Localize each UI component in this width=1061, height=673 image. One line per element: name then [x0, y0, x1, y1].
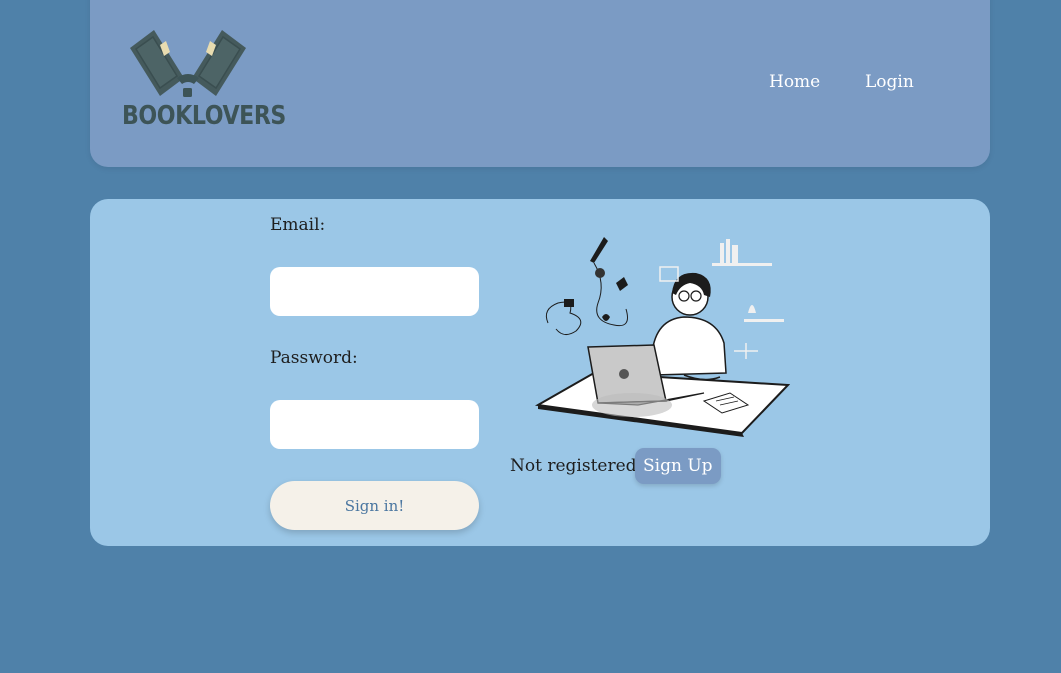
- booklovers-logo[interactable]: BOOKLOVERS: [122, 28, 286, 136]
- nav-login-link[interactable]: Login: [865, 72, 914, 92]
- open-book-logo-icon: [130, 30, 246, 97]
- person-at-laptop-illustration: [534, 237, 790, 437]
- password-label: Password:: [270, 348, 358, 368]
- email-input[interactable]: [270, 267, 479, 316]
- email-label: Email:: [270, 215, 326, 235]
- not-registered-text: Not registered?: [510, 456, 646, 476]
- nav-home-link[interactable]: Home: [769, 72, 820, 92]
- site-header: BOOKLOVERS Home Login: [90, 0, 990, 167]
- logo-text: BOOKLOVERS: [122, 101, 286, 131]
- login-card: Email: Password: Sign in! Not registered…: [90, 199, 990, 546]
- sign-up-button[interactable]: Sign Up: [635, 448, 721, 484]
- password-input[interactable]: [270, 400, 479, 449]
- sign-in-button[interactable]: Sign in!: [270, 481, 479, 530]
